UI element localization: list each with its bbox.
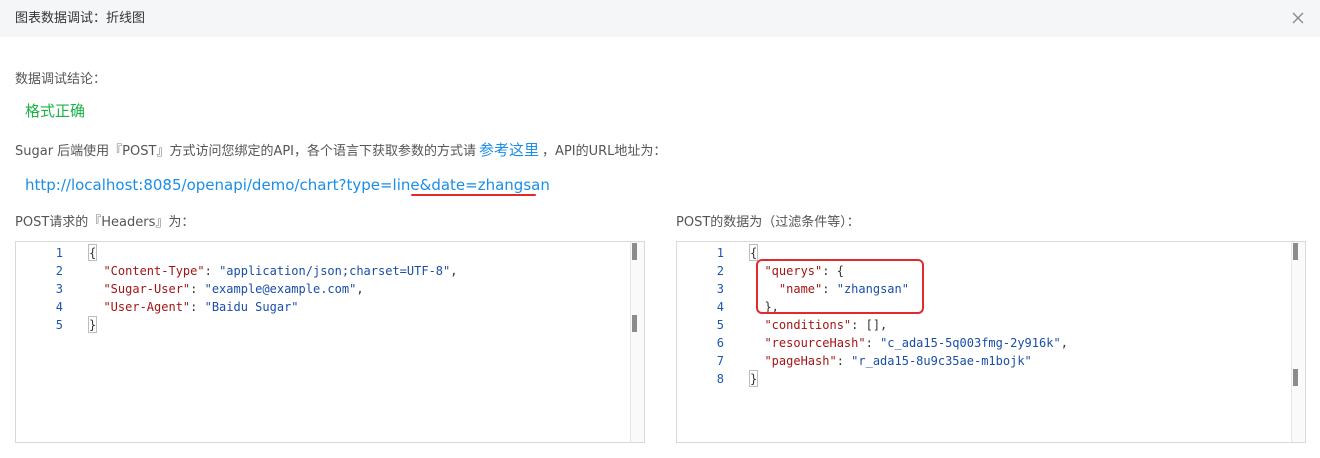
line-number: 1 [716, 246, 724, 260]
code-line: 3 "Sugar-User": "example@example.com", [16, 280, 644, 298]
headers-editor[interactable]: 1{2 "Content-Type": "application/json;ch… [15, 241, 645, 443]
code-line: 5 "conditions": [], [677, 316, 1305, 334]
close-icon[interactable] [1290, 10, 1306, 26]
code-token: "r_ada15-8u9c35ae-m1bojk" [851, 354, 1032, 368]
querys-highlight-box [756, 259, 924, 314]
code-token: : [190, 300, 205, 314]
code-token: "Content-Type" [103, 264, 205, 278]
line-number: 1 [55, 246, 63, 260]
code-token: : [204, 264, 220, 278]
line-number: 3 [716, 282, 724, 296]
matching-bracket-marker [88, 244, 97, 261]
code-line: 2 "Content-Type": "application/json;char… [16, 262, 644, 280]
code-token: "pageHash" [764, 354, 837, 368]
result-label: 数据调试结论： [15, 72, 107, 87]
line-number: 3 [55, 282, 63, 296]
matching-bracket-marker [749, 244, 758, 261]
matching-bracket-marker [88, 316, 97, 333]
line-number: 4 [716, 300, 724, 314]
line-number: 7 [716, 354, 724, 368]
code-token: "conditions" [764, 318, 852, 332]
api-description: Sugar 后端使用『POST』方式访问您绑定的API，各个语言下获取参数的方式… [15, 141, 666, 161]
code-token: "application/json;charset=UTF-8" [219, 264, 451, 278]
code-text: "User-Agent": "Baidu Sugar" [89, 298, 299, 316]
code-line: 7 "pageHash": "r_ada15-8u9c35ae-m1bojk" [677, 352, 1305, 370]
line-number: 4 [55, 300, 63, 314]
code-text: "Sugar-User": "example@example.com", [89, 280, 364, 298]
api-desc-suffix: ，API的URL地址为： [542, 144, 667, 159]
code-line: 5} [16, 316, 644, 334]
code-text: "conditions": [], [750, 316, 887, 334]
line-number: 6 [716, 336, 724, 350]
code-token: "resourceHash" [764, 336, 866, 350]
code-token: , [450, 264, 458, 278]
code-line: 8} [677, 370, 1305, 388]
code-token: "c_ada15-5q003fmg-2y916k" [880, 336, 1061, 350]
code-line: 1{ [16, 244, 644, 262]
line-number: 5 [55, 318, 63, 332]
code-token: "Baidu Sugar" [204, 300, 299, 314]
line-number: 5 [716, 318, 724, 332]
api-desc-prefix: Sugar 后端使用『POST』方式访问您绑定的API，各个语言下获取参数的方式… [15, 144, 477, 159]
code-text: "resourceHash": "c_ada15-5q003fmg-2y916k… [750, 334, 1068, 352]
dialog-header: 图表数据调试：折线图 [0, 0, 1320, 37]
code-text: "pageHash": "r_ada15-8u9c35ae-m1bojk" [750, 352, 1032, 370]
code-token: "User-Agent" [103, 300, 191, 314]
reference-link[interactable]: 参考这里 [479, 141, 539, 159]
code-token: : [], [851, 318, 888, 332]
line-number: 2 [716, 264, 724, 278]
code-token: , [356, 282, 364, 296]
code-line: 4 "User-Agent": "Baidu Sugar" [16, 298, 644, 316]
code-token: "Sugar-User" [103, 282, 191, 296]
dialog-title: 图表数据调试：折线图 [15, 11, 146, 26]
code-token: : [865, 336, 881, 350]
line-number: 8 [716, 372, 724, 386]
code-line: 6 "resourceHash": "c_ada15-5q003fmg-2y91… [677, 334, 1305, 352]
url-highlight-underline [411, 194, 536, 196]
code-token: "example@example.com" [204, 282, 357, 296]
status-text: 格式正确 [25, 102, 86, 120]
code-token: , [1060, 336, 1068, 350]
headers-label: POST请求的『Headers』为： [15, 215, 195, 230]
code-text: "Content-Type": "application/json;charse… [89, 262, 457, 280]
line-number: 2 [55, 264, 63, 278]
code-token: : [190, 282, 205, 296]
code-token: : [836, 354, 852, 368]
matching-bracket-marker [749, 370, 758, 387]
api-url[interactable]: http://localhost:8085/openapi/demo/chart… [25, 175, 550, 195]
post-data-label: POST的数据为（过滤条件等）： [676, 215, 860, 230]
